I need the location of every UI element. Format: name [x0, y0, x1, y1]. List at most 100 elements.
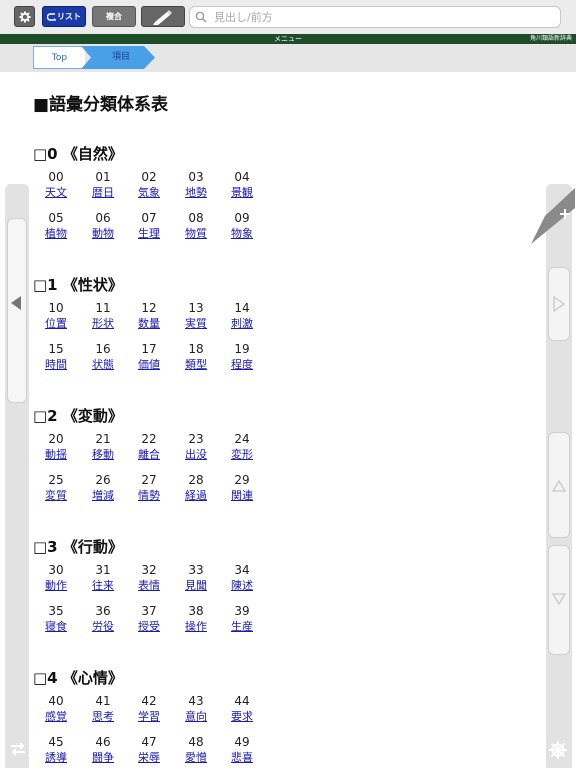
search-input[interactable] [214, 9, 544, 25]
category-link[interactable]: 増減 [80, 488, 126, 504]
list-button[interactable]: リスト [42, 6, 86, 27]
category-section: □4 《心情》 40 感覚 41 思考 42 学習 43 意向 44 要求 45 誘導 46 闘争 47 栄辱 4… [33, 667, 543, 764]
multi-search-button[interactable]: 複合 [92, 6, 136, 27]
scroll-up-button[interactable] [548, 432, 570, 538]
category-link[interactable]: 授受 [126, 619, 172, 635]
left-panel-handle[interactable] [7, 218, 27, 403]
category-link[interactable]: 栄辱 [126, 750, 172, 766]
category-link[interactable]: 往来 [80, 578, 126, 594]
category-link[interactable]: 愛憎 [173, 750, 219, 766]
category-cell: 24 変形 [219, 431, 265, 463]
category-link[interactable]: 価値 [126, 357, 172, 373]
category-link[interactable]: 動揺 [33, 447, 79, 463]
category-code: 26 [95, 473, 111, 487]
add-bookmark-button[interactable] [531, 188, 576, 244]
category-link[interactable]: 見聞 [173, 578, 219, 594]
category-link[interactable]: 関連 [219, 488, 265, 504]
category-cell: 04 景観 [219, 169, 265, 201]
category-cell: 11 形状 [80, 300, 126, 332]
category-link[interactable]: 経過 [173, 488, 219, 504]
category-link[interactable]: 動物 [80, 226, 126, 242]
category-link[interactable]: 悲喜 [219, 750, 265, 766]
category-link[interactable]: 思考 [80, 709, 126, 725]
list-button-label: リスト [57, 12, 81, 21]
category-link[interactable]: 類型 [173, 357, 219, 373]
category-link[interactable]: 誘導 [33, 750, 79, 766]
category-code: 36 [95, 604, 111, 618]
category-link[interactable]: 変質 [33, 488, 79, 504]
category-link[interactable]: 寝食 [33, 619, 79, 635]
category-link[interactable]: 動作 [33, 578, 79, 594]
top-toolbar: リスト 複合 [0, 0, 576, 35]
category-link[interactable]: 学習 [126, 709, 172, 725]
breadcrumb-current[interactable]: 項目 [81, 46, 155, 69]
category-link[interactable]: 形状 [80, 316, 126, 332]
category-code: 28 [188, 473, 204, 487]
category-link[interactable]: 労役 [80, 619, 126, 635]
category-link[interactable]: 程度 [219, 357, 265, 373]
menu-title[interactable]: メニュー [0, 34, 576, 44]
collapse-left-icon[interactable] [10, 296, 22, 310]
category-link[interactable]: 感覚 [33, 709, 79, 725]
category-link[interactable]: 変形 [219, 447, 265, 463]
category-link[interactable]: 闘争 [80, 750, 126, 766]
category-link[interactable]: 操作 [173, 619, 219, 635]
category-link[interactable]: 植物 [33, 226, 79, 242]
category-section: □3 《行動》 30 動作 31 往来 32 表情 33 見聞 34 陳述 35 寝食 36 労役 37 授受 3… [33, 536, 543, 633]
category-link[interactable]: 移動 [80, 447, 126, 463]
category-link[interactable]: 離合 [126, 447, 172, 463]
settings-button[interactable] [14, 6, 35, 27]
category-link[interactable]: 出没 [173, 447, 219, 463]
swap-arrows-icon[interactable] [9, 742, 27, 756]
search-field[interactable] [189, 6, 561, 28]
category-code: 31 [95, 563, 111, 577]
section-heading: □3 《行動》 [33, 538, 123, 556]
category-code: 10 [48, 301, 64, 315]
category-code: 02 [141, 170, 157, 184]
category-link[interactable]: 刺激 [219, 316, 265, 332]
category-code: 39 [234, 604, 250, 618]
category-link[interactable]: 物質 [173, 226, 219, 242]
handwriting-button[interactable] [141, 6, 185, 27]
category-code: 44 [234, 694, 250, 708]
category-cell: 39 生産 [219, 603, 265, 635]
category-link[interactable]: 生理 [126, 226, 172, 242]
category-link[interactable]: 時間 [33, 357, 79, 373]
multi-search-label: 複合 [106, 12, 122, 21]
category-link[interactable]: 気象 [126, 185, 172, 201]
category-cell: 22 離合 [126, 431, 172, 463]
ship-wheel-icon[interactable] [548, 740, 568, 760]
scroll-down-button[interactable] [548, 545, 570, 655]
category-cell: 37 授受 [126, 603, 172, 635]
category-link[interactable]: 位置 [33, 316, 79, 332]
category-code: 30 [48, 563, 64, 577]
category-link[interactable]: 数量 [126, 316, 172, 332]
category-link[interactable]: 状態 [80, 357, 126, 373]
category-cell: 41 思考 [80, 693, 126, 725]
next-page-button[interactable] [548, 267, 570, 341]
category-link[interactable]: 陳述 [219, 578, 265, 594]
category-code: 11 [95, 301, 111, 315]
category-cell: 25 変質 [33, 472, 79, 504]
category-link[interactable]: 表情 [126, 578, 172, 594]
category-cell: 35 寝食 [33, 603, 79, 635]
category-cell: 32 表情 [126, 562, 172, 594]
category-link[interactable]: 要求 [219, 709, 265, 725]
category-code: 41 [95, 694, 111, 708]
category-code: 20 [48, 432, 64, 446]
breadcrumb-top[interactable]: Top [33, 46, 85, 69]
breadcrumb: Top 項目 [0, 44, 576, 72]
category-link[interactable]: 天文 [33, 185, 79, 201]
category-link[interactable]: 生産 [219, 619, 265, 635]
category-link[interactable]: 暦日 [80, 185, 126, 201]
category-link[interactable]: 景観 [219, 185, 265, 201]
category-link[interactable]: 地勢 [173, 185, 219, 201]
category-link[interactable]: 情勢 [126, 488, 172, 504]
category-cell: 45 誘導 [33, 734, 79, 766]
category-link[interactable]: 実質 [173, 316, 219, 332]
category-link[interactable]: 意向 [173, 709, 219, 725]
category-link[interactable]: 物象 [219, 226, 265, 242]
category-cell: 05 植物 [33, 210, 79, 242]
category-code: 46 [95, 735, 111, 749]
breadcrumb-current-label: 項目 [111, 52, 130, 62]
